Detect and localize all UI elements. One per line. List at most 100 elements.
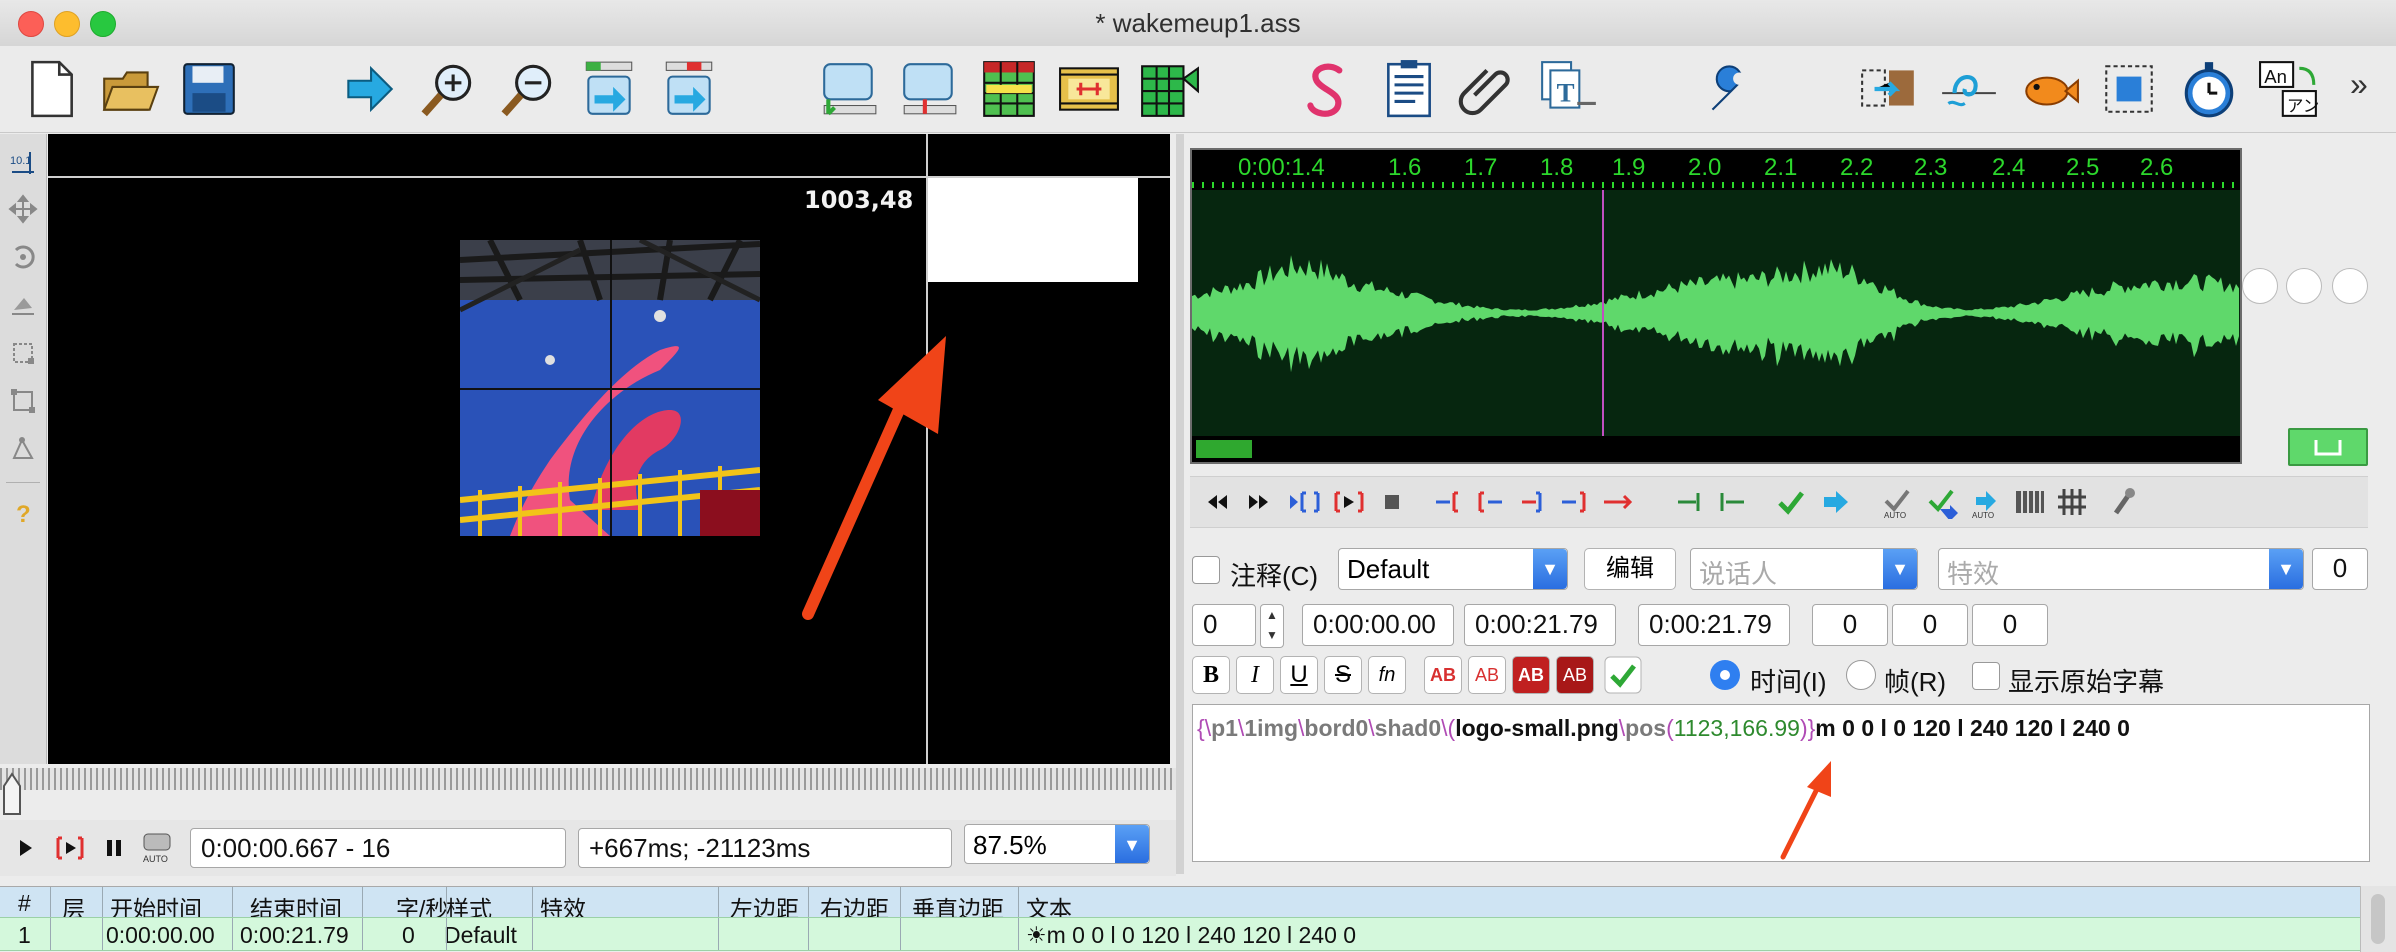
zoom-out-icon[interactable] [498, 58, 560, 120]
commit-button-check-icon[interactable] [1604, 656, 1642, 694]
select-lines-icon[interactable] [2018, 58, 2080, 120]
style-select[interactable]: Default ▼ [1338, 548, 1568, 590]
keyframe-icon[interactable] [1138, 58, 1200, 120]
translation-assistant-icon[interactable]: Anアン [2258, 58, 2320, 120]
attachments-icon[interactable] [1458, 58, 1520, 120]
automation-icon[interactable] [1698, 58, 1760, 120]
vector-clip-tool-icon[interactable] [8, 434, 38, 464]
scale-tool-icon[interactable] [8, 338, 38, 368]
play-after-start-icon[interactable] [1476, 489, 1506, 515]
karaoke-split-icon[interactable] [2106, 485, 2138, 519]
margin-vertical-field[interactable]: 0 [1972, 604, 2048, 646]
go-to-line-icon[interactable] [1820, 489, 1850, 515]
stopwatch-icon[interactable] [2178, 58, 2240, 120]
stop-icon[interactable] [1380, 489, 1404, 515]
bold-button[interactable]: B [1192, 656, 1230, 694]
play-icon[interactable] [14, 834, 38, 862]
timing-post-processor-icon[interactable] [1938, 58, 2000, 120]
audio-waveform-display[interactable]: 0:00:1.4 1.6 1.7 1.8 1.9 2.0 2.1 2.2 2.3 2.4 2.5 2.… [1190, 148, 2242, 464]
video-time-field[interactable]: 0:00:00.667 - 16 [190, 828, 566, 868]
auto-scroll-icon[interactable]: AUTO [140, 830, 174, 864]
standard-tool-icon[interactable]: 10.1 [8, 148, 38, 178]
set-start-icon[interactable] [818, 58, 880, 120]
help-icon[interactable]: ? [8, 498, 38, 528]
toolbar-overflow-button[interactable]: » [2350, 66, 2368, 103]
outline-color-button[interactable]: AB [1512, 656, 1550, 694]
new-file-icon[interactable] [20, 58, 82, 120]
layer-field[interactable]: 0 [1192, 604, 1256, 646]
zoom-select[interactable]: 87.5% ▼ [964, 824, 1150, 864]
layer-stepper[interactable]: ▲ ▼ [1260, 604, 1284, 648]
jump-to-end-icon[interactable] [658, 58, 720, 120]
pause-icon[interactable] [102, 834, 126, 862]
zoom-in-icon[interactable] [418, 58, 480, 120]
play-before-start-icon[interactable] [1434, 489, 1464, 515]
audio-vertical-zoom-knob[interactable] [2332, 268, 2368, 304]
jump-to-start-icon[interactable] [578, 58, 640, 120]
play-current-line-icon[interactable] [1332, 489, 1366, 515]
video-display[interactable]: 1003,48 [48, 134, 1170, 764]
video-offset-field[interactable]: +667ms; -21123ms [578, 828, 952, 868]
jump-icon[interactable] [338, 58, 400, 120]
previous-line-icon[interactable] [1204, 489, 1230, 515]
margin-right-field[interactable]: 0 [1892, 604, 1968, 646]
set-end-icon[interactable] [898, 58, 960, 120]
play-to-end-icon[interactable] [1602, 489, 1634, 515]
commit-audio-button[interactable] [2288, 428, 2368, 466]
next-line-icon[interactable] [1246, 489, 1272, 515]
properties-icon[interactable] [1378, 58, 1440, 120]
table-row[interactable]: 1 0:00:00.00 0:00:21.79 0 Default ☀m 0 0 l 0 … [0, 917, 2360, 951]
video-frames-icon[interactable] [1058, 58, 1120, 120]
subtitle-text-editor[interactable]: {\p1\1img\bord0\shad0\(logo-small.png\po… [1192, 704, 2370, 862]
play-after-end-icon[interactable] [1560, 489, 1590, 515]
play-before-end-icon[interactable] [1518, 489, 1548, 515]
play-selection-icon[interactable] [1288, 489, 1322, 515]
open-folder-icon[interactable] [98, 58, 160, 120]
next-line-on-commit-icon[interactable] [1926, 485, 1960, 519]
fonts-collector-icon[interactable]: T [1538, 58, 1600, 120]
frame-radio[interactable] [1846, 660, 1876, 690]
clip-tool-icon[interactable] [8, 386, 38, 416]
rotate-z-tool-icon[interactable] [8, 242, 38, 272]
lead-in-icon[interactable] [1676, 489, 1708, 515]
drag-tool-icon[interactable] [8, 194, 38, 224]
primary-color-button[interactable]: AB [1424, 656, 1462, 694]
video-seek-bar[interactable] [0, 768, 1176, 790]
audio-scroll-thumb[interactable] [1196, 440, 1252, 458]
play-line-icon[interactable] [54, 834, 86, 862]
audio-scrollbar[interactable] [1192, 436, 2240, 462]
grid-scrollbar[interactable] [2360, 886, 2396, 952]
actor-select[interactable]: 说话人 ▼ [1690, 548, 1918, 590]
audio-zoom-slider-knob[interactable] [2242, 268, 2278, 304]
effect-select[interactable]: 特效 ▼ [1938, 548, 2304, 590]
start-time-field[interactable]: 0:00:00.00 [1302, 604, 1454, 646]
panel-splitter[interactable] [1176, 134, 1184, 874]
spectrum-mode-icon[interactable] [2014, 487, 2046, 517]
auto-scroll-audio-icon[interactable]: AUTO [1970, 485, 2002, 519]
shadow-color-button[interactable]: AB [1556, 656, 1594, 694]
margin-left-field[interactable]: 0 [1812, 604, 1888, 646]
styles-icon[interactable] [1298, 58, 1360, 120]
secondary-color-button[interactable]: AB [1468, 656, 1506, 694]
clock-icon[interactable] [2098, 58, 2160, 120]
save-icon[interactable] [178, 58, 240, 120]
comment-checkbox[interactable] [1192, 556, 1220, 584]
underline-button[interactable]: U [1280, 656, 1318, 694]
auto-commit-icon[interactable]: AUTO [1882, 485, 1914, 519]
font-button[interactable]: fn [1368, 656, 1406, 694]
audio-volume-slider-knob[interactable] [2286, 268, 2322, 304]
time-radio[interactable] [1710, 660, 1740, 690]
italic-button[interactable]: I [1236, 656, 1274, 694]
lead-out-icon[interactable] [1718, 489, 1750, 515]
resample-icon[interactable] [1858, 58, 1920, 120]
rotate-xy-tool-icon[interactable] [8, 290, 38, 320]
layer-count-field[interactable]: 0 [2312, 548, 2368, 590]
karaoke-mode-icon[interactable] [2056, 487, 2088, 517]
duration-field[interactable]: 0:00:21.79 [1638, 604, 1790, 646]
edit-style-button[interactable]: 编辑 [1584, 548, 1676, 590]
seek-thumb-icon[interactable] [2, 772, 22, 816]
grid-column-header[interactable]: # [18, 890, 31, 917]
strikeout-button[interactable]: S [1324, 656, 1362, 694]
grid-icon[interactable] [978, 58, 1040, 120]
end-time-field[interactable]: 0:00:21.79 [1464, 604, 1616, 646]
